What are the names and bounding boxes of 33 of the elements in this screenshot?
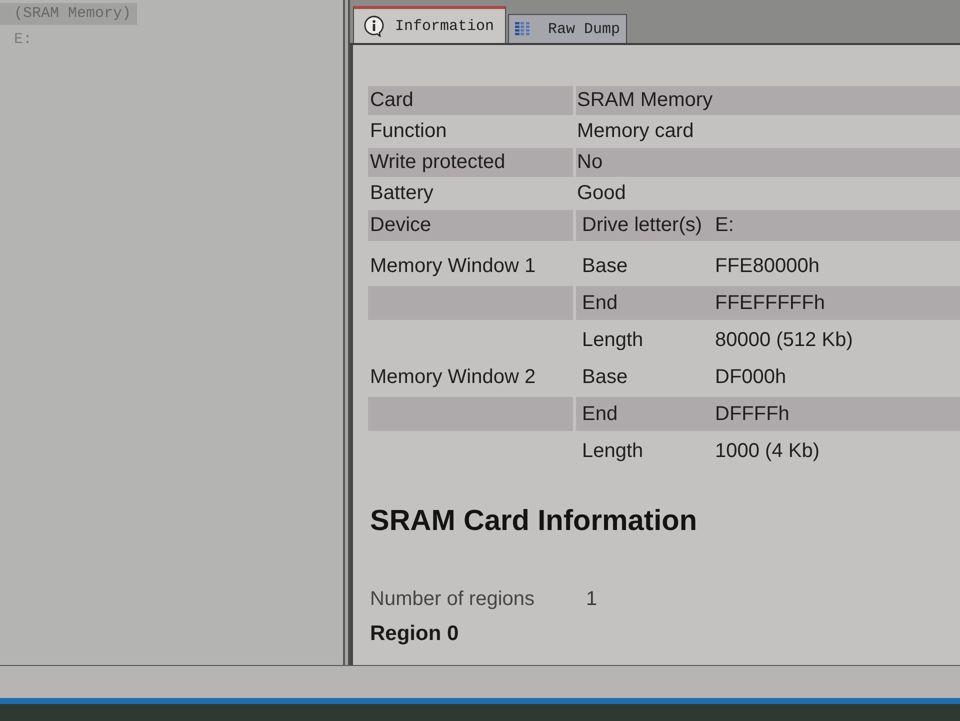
property-value: FFEFFFFFh xyxy=(713,286,960,320)
tab[interactable]: Information xyxy=(353,6,506,43)
info-icon xyxy=(363,15,385,37)
field-label: Length xyxy=(581,438,644,464)
property-label: Function xyxy=(369,119,448,144)
property-label: Battery xyxy=(369,181,434,206)
property-value: Good xyxy=(576,181,627,206)
field-label: Base xyxy=(581,364,629,390)
field-label: End xyxy=(576,286,713,320)
property-value: 80000 (512 Kb) xyxy=(714,328,854,352)
field-value: 1 xyxy=(586,587,598,611)
field-label: Drive letter(s) xyxy=(576,210,713,241)
property-value: FFE80000h xyxy=(714,254,821,278)
property-value: DF000h xyxy=(714,364,788,390)
property-value: SRAM Memory xyxy=(576,86,960,115)
grid-icon xyxy=(515,22,532,36)
property-label: Memory Window 1 xyxy=(369,254,537,278)
tab[interactable]: Raw Dump xyxy=(508,14,628,43)
property-value: Memory card xyxy=(576,119,695,144)
property-value: 1000 (4 Kb) xyxy=(714,438,821,464)
property-label: Memory Window 2 xyxy=(369,364,537,390)
field-label: Length xyxy=(581,328,644,352)
property-value: No xyxy=(576,148,960,177)
region-heading: Region 0 xyxy=(370,622,459,646)
property-label: Write protected xyxy=(368,148,573,177)
section-heading: SRAM Card Information xyxy=(370,504,698,538)
property-value: E: xyxy=(713,210,960,241)
field-label: Number of regions xyxy=(370,587,535,611)
field-label: End xyxy=(576,397,713,431)
property-value: DFFFFh xyxy=(713,397,960,431)
property-label: Card xyxy=(368,86,573,115)
property-label: Device xyxy=(368,210,573,241)
field-label: Base xyxy=(581,254,629,278)
